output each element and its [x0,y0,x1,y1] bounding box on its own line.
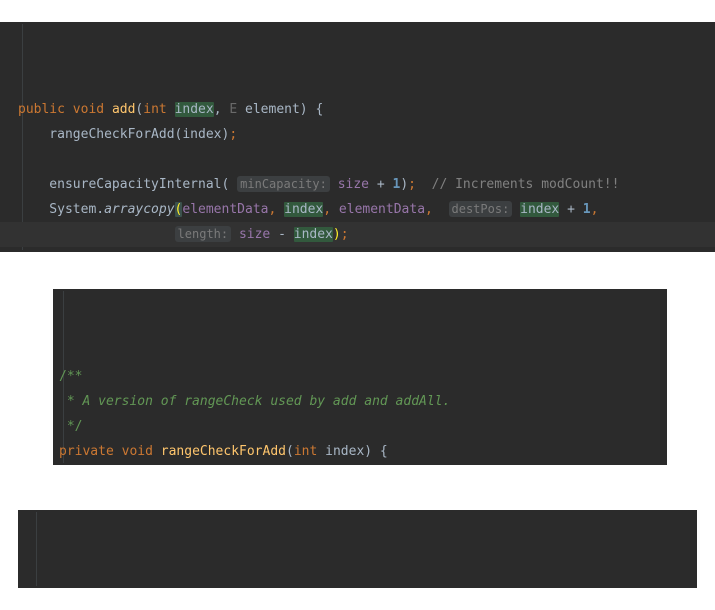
code-token: E [229,102,238,117]
code-line[interactable]: elementData[index] = element; [0,247,715,252]
code-token: elementData [338,202,426,217]
code-token: public [18,102,65,117]
code-line[interactable]: private void ensureCapacityInternal(int … [18,585,697,588]
code-line[interactable]: System.arraycopy(elementData, index, ele… [0,197,715,222]
code-token: ( [286,444,294,459]
code-token: ; [340,227,349,242]
code-token: index [520,202,560,217]
code-token: index [284,202,324,217]
code-token: , [323,202,332,217]
code-block-ensure-capacity-internal[interactable]: private void ensureCapacityInternal(int … [18,510,697,588]
code-token: int [293,444,318,459]
code-token: ) [400,177,409,192]
code-block-add-method[interactable]: public void add(int index, E element) { … [0,22,715,252]
code-token: rangeCheckForAdd [160,444,286,459]
code-token: void [72,102,105,117]
code-token: /** [59,369,83,384]
code-token: + [559,202,583,217]
code-line[interactable]: * A version of rangeCheck used by add an… [53,389,667,414]
code-token: + [369,177,393,192]
code-token: elementData [182,202,269,217]
code-token: add [111,102,136,117]
code-line[interactable]: */ [53,414,667,439]
code-line[interactable]: ensureCapacityInternal( minCapacity: siz… [0,172,715,197]
code-token: minCapacity: [237,176,330,192]
code-token: private [59,444,114,459]
code-line[interactable] [0,147,715,172]
code-line[interactable]: rangeCheckForAdd(index); [0,122,715,147]
code-line[interactable]: public void add(int index, E element) { [0,97,715,122]
code-token: , [425,202,433,217]
indent-guide [36,512,37,586]
code-token: ensureCapacityInternal( [18,177,238,192]
code-token: int [143,102,167,117]
code-token: arraycopy [104,202,175,217]
code-token: void [121,444,153,459]
code-lines-ensure-capacity: private void ensureCapacityInternal(int … [18,585,697,588]
code-block-range-check-for-add[interactable]: /** * A version of rangeCheck used by ad… [53,289,667,465]
code-lines-add: public void add(int index, E element) { … [0,97,715,252]
code-token: - [270,227,294,242]
code-token: // Increments modCount!! [431,177,620,192]
code-lines-range-check: /** * A version of rangeCheck used by ad… [53,364,667,465]
code-token: * A version of rangeCheck used by add an… [59,394,451,409]
code-token: size [238,227,271,242]
code-token: 1 [582,202,591,217]
code-token: System. [18,202,105,217]
code-token: length: [174,226,232,242]
code-token: */ [59,419,83,434]
code-line[interactable]: length: size - index); [0,222,715,247]
code-token: ; [408,177,416,192]
code-line[interactable]: if (index > size || index < 0) [53,464,667,465]
code-token: , [590,202,599,217]
code-token: , [213,102,230,117]
code-token: index [174,102,214,117]
code-token: ) [332,227,341,242]
code-token: destPos: [448,201,513,217]
code-token: index [293,227,333,242]
code-token: size [337,177,369,192]
code-line[interactable]: private void rangeCheckForAdd(int index)… [53,439,667,464]
code-token: rangeCheckForAdd(index) [18,127,230,142]
code-line[interactable]: /** [53,364,667,389]
code-token: index) { [317,444,388,459]
code-token: element) { [237,102,324,117]
code-token: ; [229,127,238,142]
